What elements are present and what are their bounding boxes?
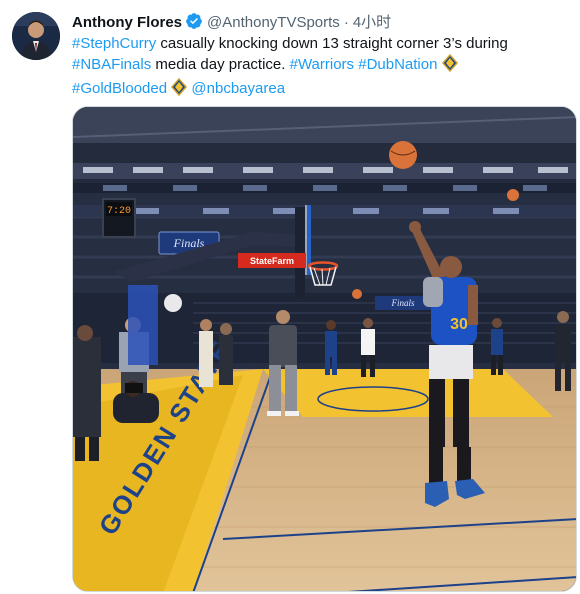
video-frame: 7:20 Finals StateFarm Finals GOLDEN STAT… [73,107,576,591]
sponsor-banner: StateFarm [250,256,294,266]
shot-clock-readout: 7:20 [107,206,131,217]
timestamp[interactable]: 4小时 [353,14,391,31]
avatar[interactable] [12,12,60,60]
author-handle[interactable]: @AnthonyTVSports [207,14,340,31]
hashtag-warriors[interactable]: #Warriors [290,56,354,73]
hashtag-nbafinals[interactable]: #NBAFinals [72,56,151,73]
avatar-image [12,12,60,60]
video-player[interactable]: 7:20 Finals StateFarm Finals GOLDEN STAT… [72,106,577,592]
jersey-number: 30 [450,316,468,333]
tweet-header: Anthony Flores @AnthonyTVSports · 4小时 [72,12,391,36]
verified-badge-icon [185,12,203,36]
tweet-card[interactable]: Anthony Flores @AnthonyTVSports · 4小时 #Step… [0,0,580,594]
hashtag-goldblooded[interactable]: #GoldBlooded [72,80,167,97]
hashtag-stephcurry[interactable]: #StephCurry [72,35,156,52]
finals-board-right-text: Finals [390,298,414,308]
text-segment: media day practice. [151,56,290,73]
text-segment: casually knocking down 13 straight corne… [156,35,508,52]
mention-nbcbayarea[interactable]: @nbcbayarea [191,80,285,97]
author-name[interactable]: Anthony Flores [72,14,182,31]
hashtag-dubnation[interactable]: #DubNation [358,56,437,73]
diamond-emoji-icon [171,77,188,102]
tweet-text: #StephCurry casually knocking down 13 st… [72,34,532,102]
separator-dot: · [343,14,349,31]
diamond-emoji-icon [441,53,458,78]
